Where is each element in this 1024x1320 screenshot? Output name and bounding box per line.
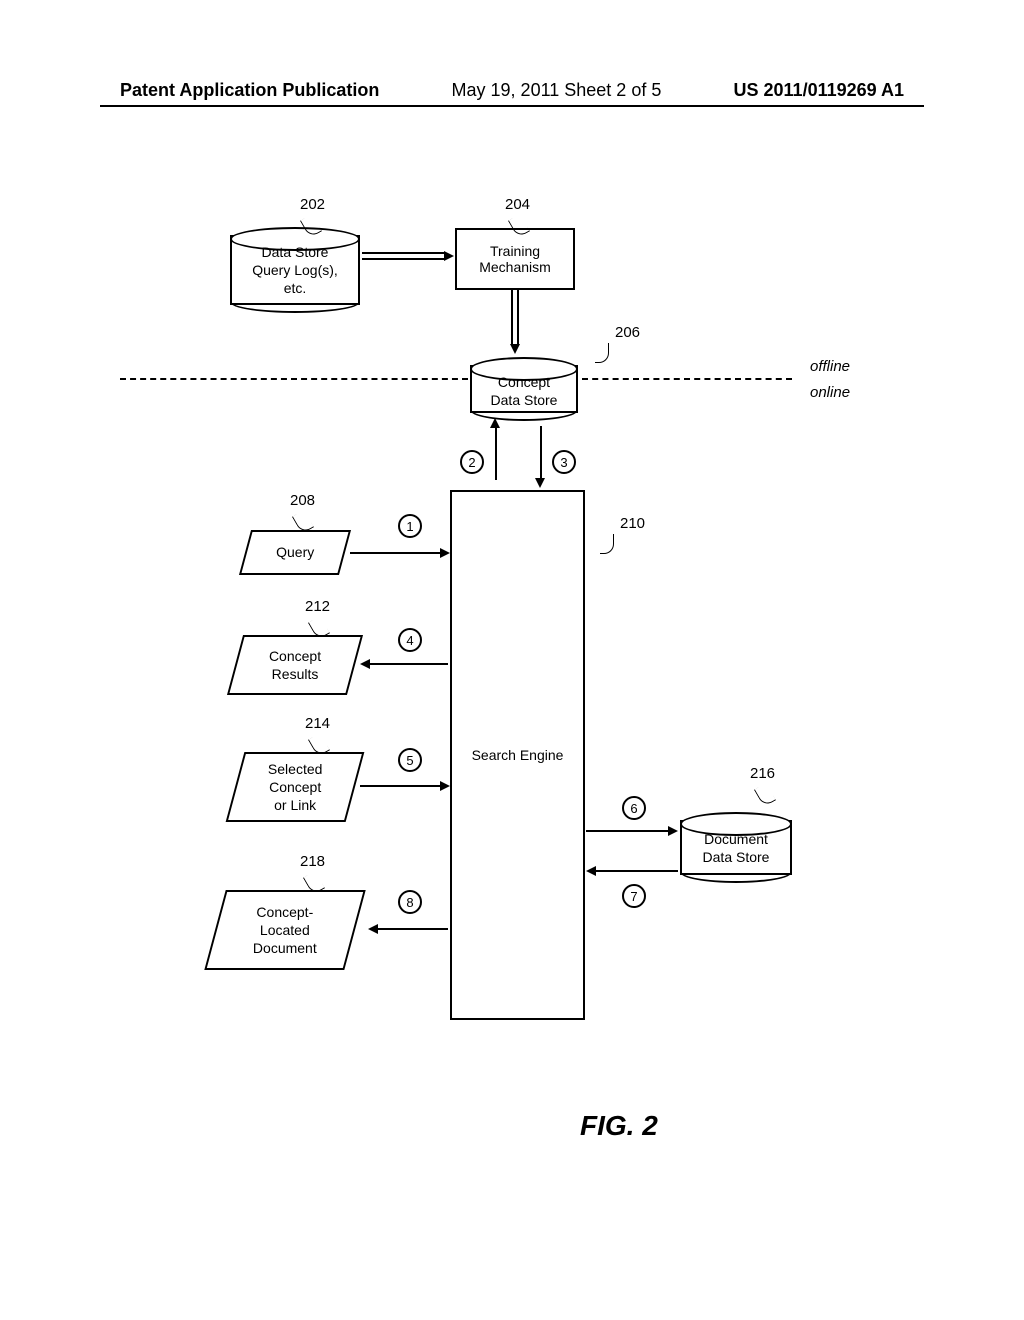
header-left: Patent Application Publication bbox=[120, 80, 379, 101]
step-1: 1 bbox=[398, 514, 422, 538]
dashed-line-right bbox=[582, 378, 792, 380]
arrowhead-step3 bbox=[535, 478, 545, 488]
ref-204: 204 bbox=[505, 196, 530, 213]
arrowhead-step4 bbox=[360, 659, 370, 669]
ref-206: 206 bbox=[615, 324, 640, 341]
arrow-cds-se bbox=[540, 426, 542, 480]
step-4: 4 bbox=[398, 628, 422, 652]
query-label: Query bbox=[276, 543, 314, 561]
step-3: 3 bbox=[552, 450, 576, 474]
ref-tick-210 bbox=[600, 534, 614, 554]
concept-located-label: Concept- Located Document bbox=[253, 903, 317, 958]
ref-214: 214 bbox=[305, 715, 330, 732]
dashed-line-left bbox=[120, 378, 468, 380]
header-rule bbox=[100, 105, 924, 107]
document-data-store-label: Document Data Store bbox=[682, 830, 790, 866]
arrow-se-results bbox=[370, 663, 448, 665]
ref-212: 212 bbox=[305, 598, 330, 615]
offline-label: offline bbox=[810, 358, 850, 375]
online-label: online bbox=[810, 384, 850, 401]
data-store-label: Data Store Query Log(s), etc. bbox=[232, 243, 358, 298]
ref-216: 216 bbox=[750, 765, 775, 782]
search-engine-label: Search Engine bbox=[472, 747, 564, 763]
ref-202: 202 bbox=[300, 196, 325, 213]
ref-208: 208 bbox=[290, 492, 315, 509]
training-mechanism-box: Training Mechanism bbox=[455, 228, 575, 290]
step-6: 6 bbox=[622, 796, 646, 820]
diagram-area: Data Store Query Log(s), etc. 202 Traini… bbox=[0, 160, 1024, 1060]
ref-tick-216 bbox=[754, 783, 776, 807]
selected-concept-label: Selected Concept or Link bbox=[268, 760, 322, 815]
arrow-204-206-r bbox=[517, 290, 519, 345]
ref-218: 218 bbox=[300, 853, 325, 870]
arrowhead-step2 bbox=[490, 418, 500, 428]
arrow-se-located bbox=[378, 928, 448, 930]
data-store-cylinder: Data Store Query Log(s), etc. bbox=[230, 235, 360, 305]
concept-data-store-cylinder: Concept Data Store bbox=[470, 365, 578, 413]
arrow-query-se bbox=[350, 552, 440, 554]
figure-caption: FIG. 2 bbox=[580, 1110, 658, 1142]
arrowhead-step1 bbox=[440, 548, 450, 558]
concept-results-label: Concept Results bbox=[269, 647, 321, 683]
arrow-se-cds bbox=[495, 426, 497, 480]
arrow-selected-se bbox=[360, 785, 440, 787]
arrowhead-step6 bbox=[668, 826, 678, 836]
arrow-se-dds bbox=[586, 830, 668, 832]
training-mechanism-label: Training Mechanism bbox=[479, 243, 551, 275]
arrow-dds-se bbox=[596, 870, 678, 872]
concept-data-store-label: Concept Data Store bbox=[472, 373, 576, 409]
arrowhead-step8 bbox=[368, 924, 378, 934]
arrowhead-step7 bbox=[586, 866, 596, 876]
ref-210: 210 bbox=[620, 515, 645, 532]
concept-results-para: Concept Results bbox=[227, 635, 363, 695]
ref-tick-206 bbox=[595, 343, 609, 363]
arrow-202-204-bot bbox=[362, 258, 444, 260]
document-data-store-cylinder: Document Data Store bbox=[680, 820, 792, 875]
selected-concept-para: Selected Concept or Link bbox=[226, 752, 365, 822]
step-5: 5 bbox=[398, 748, 422, 772]
header-center: May 19, 2011 Sheet 2 of 5 bbox=[452, 80, 662, 101]
header-right: US 2011/0119269 A1 bbox=[734, 80, 904, 101]
arrow-202-204-top bbox=[362, 252, 444, 254]
step-8: 8 bbox=[398, 890, 422, 914]
step-7: 7 bbox=[622, 884, 646, 908]
page-header: Patent Application Publication May 19, 2… bbox=[0, 80, 1024, 101]
arrowhead-204-206 bbox=[510, 344, 520, 354]
concept-located-para: Concept- Located Document bbox=[204, 890, 365, 970]
arrowhead-202-204 bbox=[444, 251, 454, 261]
arrow-204-206-l bbox=[511, 290, 513, 345]
query-para: Query bbox=[239, 530, 351, 575]
arrowhead-step5 bbox=[440, 781, 450, 791]
search-engine-box: Search Engine bbox=[450, 490, 585, 1020]
step-2: 2 bbox=[460, 450, 484, 474]
